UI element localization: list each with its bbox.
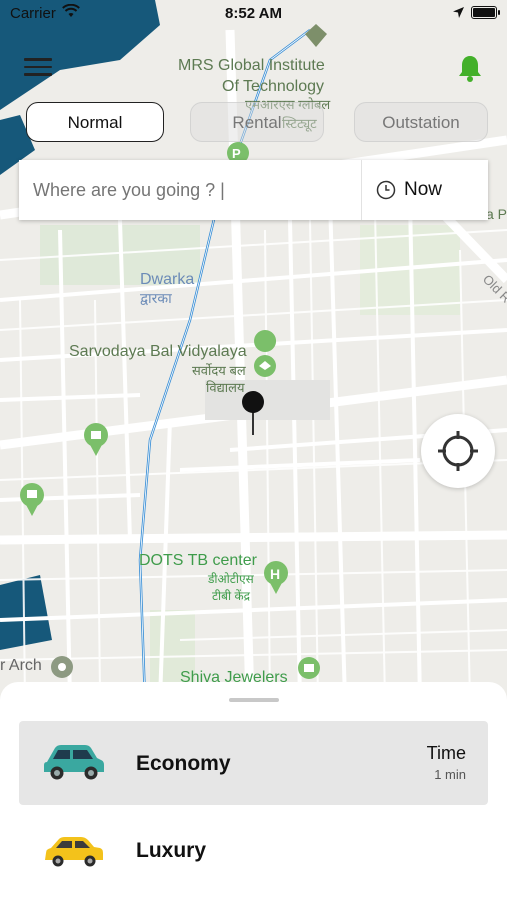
schedule-time-button[interactable]: Now: [362, 160, 488, 220]
svg-text:Sarvodaya Bal Vidyalaya: Sarvodaya Bal Vidyalaya: [69, 343, 247, 360]
svg-text:MRS Global Institute: MRS Global Institute: [178, 57, 325, 74]
sheet-drag-handle[interactable]: [229, 698, 279, 702]
crosshair-icon: [438, 431, 478, 471]
svg-text:द्वारका: द्वारका: [140, 290, 172, 306]
eta-box: Time 1 min: [427, 743, 466, 782]
luxury-car-icon: [45, 837, 103, 867]
trip-type-rental[interactable]: Rental: [190, 102, 324, 142]
ride-options-sheet: Economy Time 1 min Luxury: [0, 682, 507, 900]
battery-icon: [471, 6, 500, 19]
svg-text:a P: a P: [486, 206, 507, 222]
svg-text:H: H: [270, 566, 280, 582]
eta-label: Time: [426, 743, 466, 763]
clock-icon: [376, 180, 396, 200]
destination-search-bar: Now: [19, 159, 488, 221]
svg-text:DOTS TB center: DOTS TB center: [139, 552, 258, 569]
status-bar: Carrier 8:52 AM: [0, 0, 507, 26]
recenter-location-button[interactable]: [421, 414, 495, 488]
trip-type-outstation[interactable]: Outstation: [354, 102, 488, 142]
eta-value: 1 min: [434, 767, 466, 782]
trip-type-normal[interactable]: Normal: [26, 102, 164, 142]
destination-input[interactable]: [19, 159, 361, 221]
schedule-time-label: Now: [404, 179, 443, 200]
economy-car-icon: [44, 745, 104, 780]
location-arrow-icon: [453, 7, 464, 18]
poi-icon-institute: [305, 24, 327, 47]
hamburger-icon[interactable]: [24, 58, 52, 80]
svg-text:डीओटीएस: डीओटीएस: [207, 572, 255, 586]
svg-text:Of Technology: Of Technology: [222, 78, 324, 95]
clock-time: 8:52 AM: [225, 5, 282, 22]
svg-text:टीबी केंद्र: टीबी केंद्र: [212, 589, 251, 603]
svg-text:विद्यालय: विद्यालय: [206, 380, 245, 395]
svg-text:r Arch: r Arch: [0, 657, 42, 674]
svg-text:सर्वोदय बल: सर्वोदय बल: [192, 363, 246, 378]
svg-text:Dwarka: Dwarka: [140, 271, 194, 288]
bell-icon[interactable]: [457, 54, 483, 82]
ride-option-luxury[interactable]: Luxury: [19, 808, 488, 892]
ride-name-luxury: Luxury: [136, 839, 207, 862]
ride-name-economy: Economy: [136, 752, 231, 775]
ride-option-economy[interactable]: Economy Time 1 min: [19, 721, 488, 805]
